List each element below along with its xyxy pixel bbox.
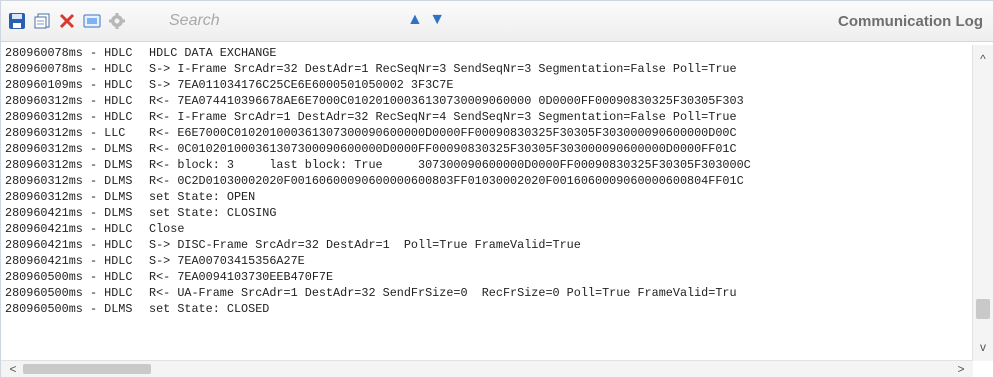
horizontal-scrollbar[interactable]: < > [1, 360, 973, 377]
log-row[interactable]: 280960421ms - HDLC Close [5, 221, 971, 237]
log-timestamp: 280960312ms - DLMS [5, 174, 133, 188]
log-timestamp: 280960078ms - HDLC [5, 46, 133, 60]
log-message: R<- 0C2D01030002020F00160600090600000600… [149, 174, 744, 188]
log-row[interactable]: 280960312ms - DLMS set State: OPEN [5, 189, 971, 205]
window-title: Communication Log [838, 13, 983, 30]
log-message: S-> DISC-Frame SrcAdr=32 DestAdr=1 Poll=… [149, 238, 581, 252]
log-timestamp: 280960500ms - HDLC [5, 286, 133, 300]
log-message: HDLC DATA EXCHANGE [149, 46, 277, 60]
log-row[interactable]: 280960078ms - HDLC HDLC DATA EXCHANGE [5, 45, 971, 61]
log-row[interactable]: 280960312ms - HDLC R<- I-Frame SrcAdr=1 D… [5, 109, 971, 125]
log-timestamp: 280960109ms - HDLC [5, 78, 133, 92]
scroll-up-button[interactable]: ^ [975, 51, 991, 67]
search-next-button[interactable]: ▼ [429, 11, 446, 28]
vertical-scroll-thumb[interactable] [976, 299, 990, 319]
log-message: Close [149, 222, 185, 236]
scroll-down-button[interactable]: v [975, 339, 991, 355]
log-message: R<- block: 3 last block: True 3073000906… [149, 158, 751, 172]
log-row[interactable]: 280960421ms - HDLC S-> 7EA00703415356A27E [5, 253, 971, 269]
log-timestamp: 280960421ms - DLMS [5, 206, 133, 220]
log-message: set State: OPEN [149, 190, 256, 204]
log-message: R<- UA-Frame SrcAdr=1 DestAdr=32 SendFrS… [149, 286, 737, 300]
log-message: S-> 7EA00703415356A27E [149, 254, 305, 268]
log-row[interactable]: 280960421ms - HDLC S-> DISC-Frame SrcAdr=… [5, 237, 971, 253]
search-input[interactable]: Search [169, 12, 220, 30]
log-message: S-> I-Frame SrcAdr=32 DestAdr=1 RecSeqNr… [149, 62, 737, 76]
log-timestamp: 280960500ms - HDLC [5, 270, 133, 284]
log-row[interactable]: 280960109ms - HDLC S-> 7EA011034176C25CE6… [5, 77, 971, 93]
search-prev-button[interactable]: ▲ [407, 11, 424, 28]
log-row[interactable]: 280960421ms - DLMS set State: CLOSING [5, 205, 971, 221]
log-row[interactable]: 280960312ms - HDLC R<- 7EA074410396678AE6… [5, 93, 971, 109]
log-timestamp: 280960312ms - DLMS [5, 142, 133, 156]
log-row[interactable]: 280960078ms - HDLC S-> I-Frame SrcAdr=32 … [5, 61, 971, 77]
search-nav: ▲ ▼ [407, 11, 446, 29]
log-message: R<- 7EA074410396678AE6E7000C010201000361… [149, 94, 744, 108]
log-row[interactable]: 280960500ms - HDLC R<- UA-Frame SrcAdr=1 … [5, 285, 971, 301]
log-message: set State: CLOSING [149, 206, 277, 220]
log-message: S-> 7EA011034176C25CE6E6000501050002 3F3… [149, 78, 454, 92]
log-timestamp: 280960312ms - HDLC [5, 94, 133, 108]
settings-icon[interactable] [107, 11, 127, 31]
log-timestamp: 280960312ms - HDLC [5, 110, 133, 124]
scroll-right-button[interactable]: > [953, 361, 969, 377]
toolbar: Search ▲ ▼ Communication Log [1, 1, 993, 42]
scroll-left-button[interactable]: < [5, 361, 21, 377]
screenshot-icon[interactable] [82, 11, 102, 31]
log-row[interactable]: 280960312ms - DLMS R<- 0C2D01030002020F00… [5, 173, 971, 189]
log-timestamp: 280960312ms - LLC [5, 126, 126, 140]
log-message: R<- I-Frame SrcAdr=1 DestAdr=32 RecSeqNr… [149, 110, 737, 124]
communication-log-window: Search ▲ ▼ Communication Log 280960078ms… [0, 0, 994, 378]
vertical-scrollbar[interactable]: ^ v [972, 45, 993, 361]
log-timestamp: 280960312ms - DLMS [5, 190, 133, 204]
log-timestamp: 280960421ms - HDLC [5, 222, 133, 236]
log-row[interactable]: 280960500ms - DLMS set State: CLOSED [5, 301, 971, 317]
log-timestamp: 280960500ms - DLMS [5, 302, 133, 316]
log-row[interactable]: 280960500ms - HDLC R<- 7EA0094103730EEB47… [5, 269, 971, 285]
log-message: R<- 7EA0094103730EEB470F7E [149, 270, 334, 284]
log-row[interactable]: 280960312ms - LLC R<- E6E7000C01020100036… [5, 125, 971, 141]
log-row[interactable]: 280960312ms - DLMS R<- 0C0102010003613073… [5, 141, 971, 157]
log-message: set State: CLOSED [149, 302, 270, 316]
horizontal-scroll-thumb[interactable] [23, 364, 151, 374]
log-timestamp: 280960312ms - DLMS [5, 158, 133, 172]
log-row[interactable]: 280960312ms - DLMS R<- block: 3 last bloc… [5, 157, 971, 173]
log-timestamp: 280960078ms - HDLC [5, 62, 133, 76]
delete-icon[interactable] [57, 11, 77, 31]
log-timestamp: 280960421ms - HDLC [5, 254, 133, 268]
log-timestamp: 280960421ms - HDLC [5, 238, 133, 252]
log-message: R<- E6E7000C010201000361307300090600000D… [149, 126, 737, 140]
save-icon[interactable] [7, 11, 27, 31]
log-message: R<- 0C010201000361307300090600000D0000FF… [149, 142, 737, 156]
copy-icon[interactable] [32, 11, 52, 31]
log-list: 280960078ms - HDLC HDLC DATA EXCHANGE 2809… [5, 45, 971, 361]
